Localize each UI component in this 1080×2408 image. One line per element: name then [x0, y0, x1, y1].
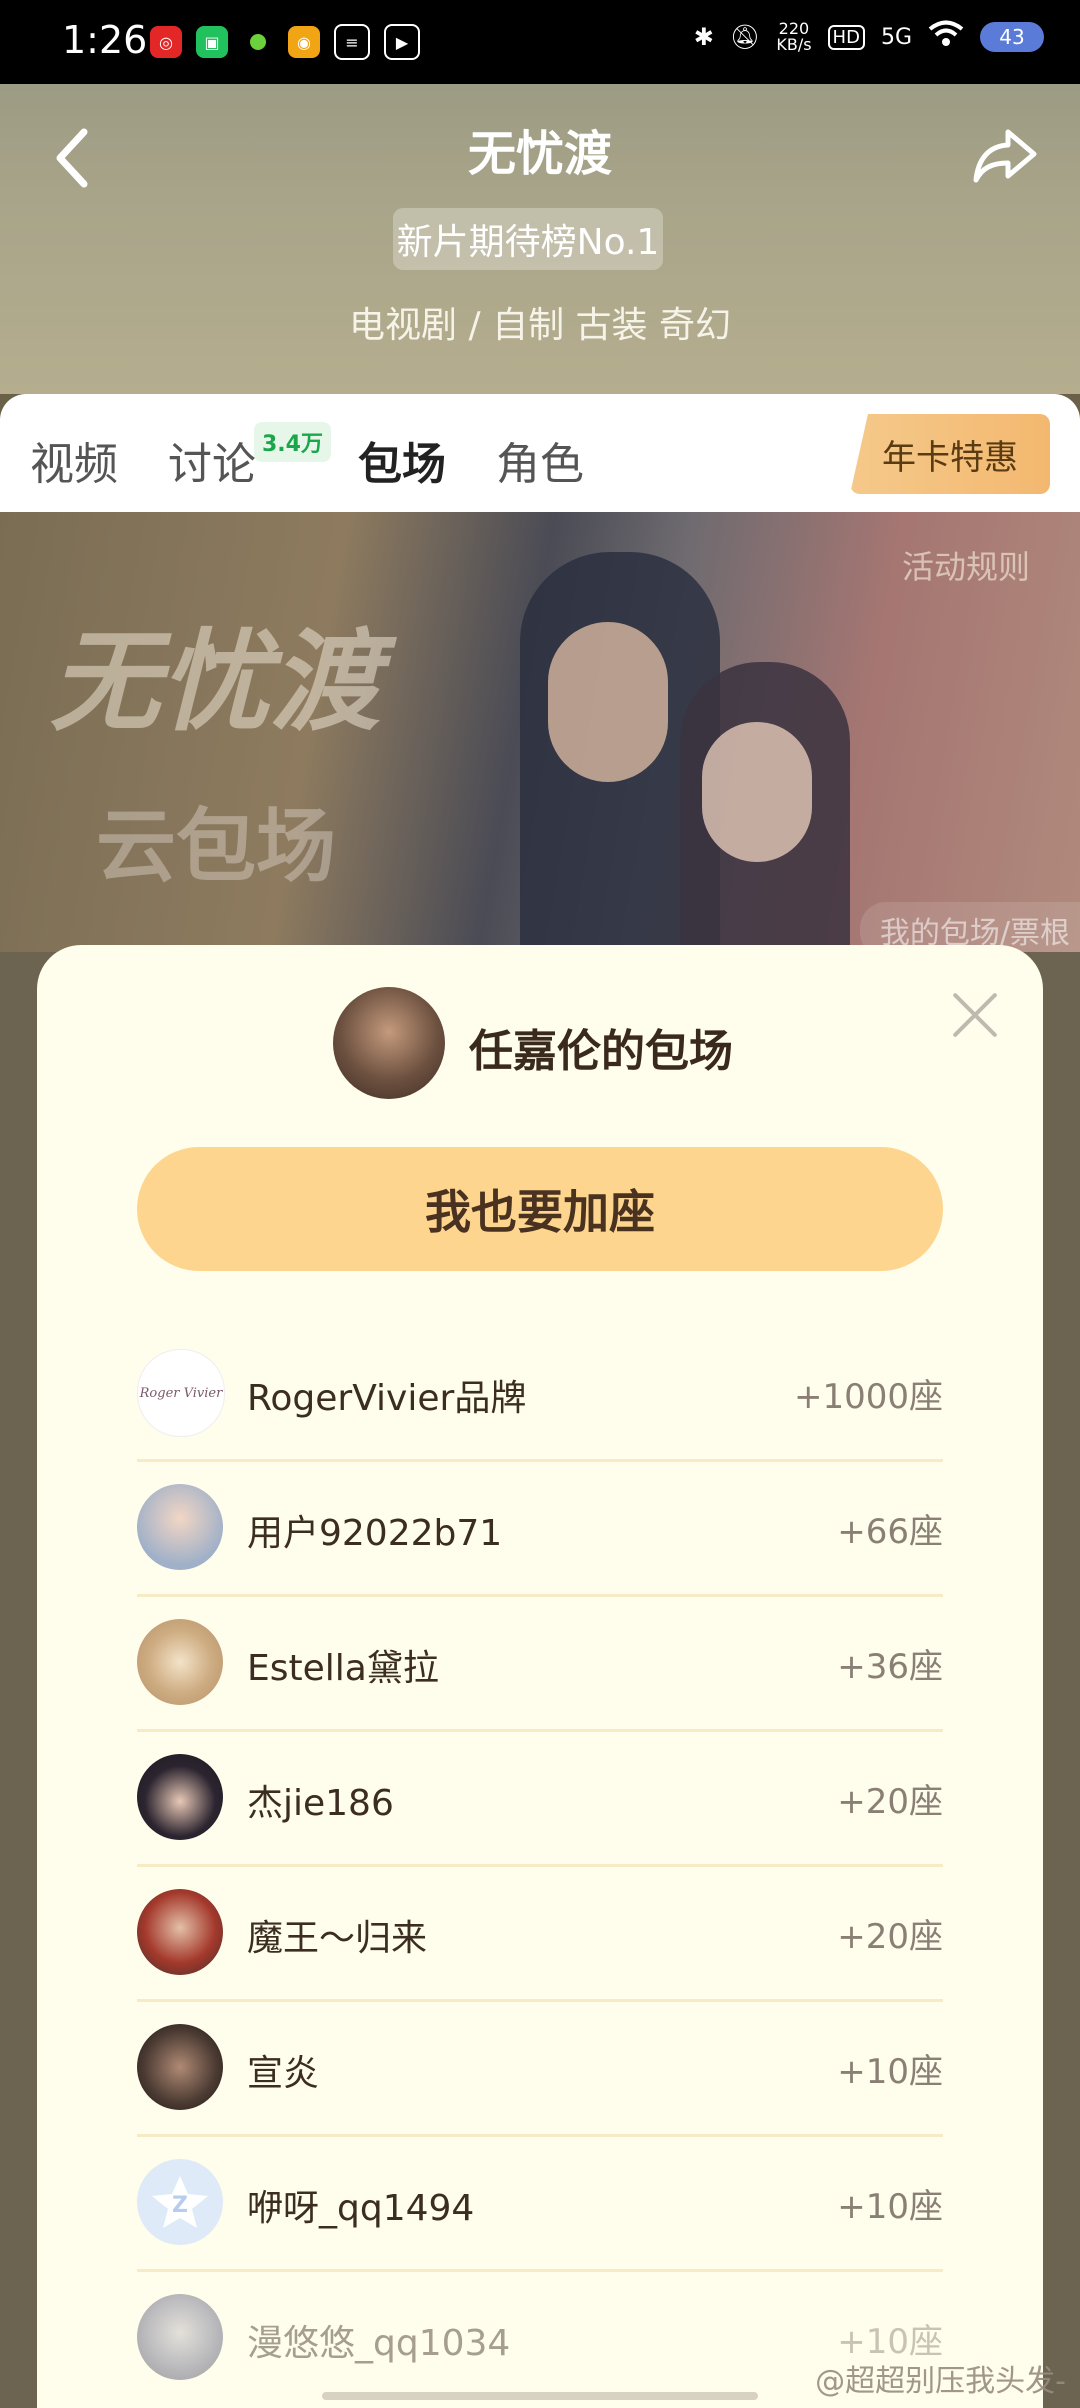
weibo-icon: ◉ — [288, 26, 320, 58]
banner-face-male — [548, 622, 668, 782]
tab-bar: 视频 讨论 3.4万 包场 角色 年卡特惠 — [0, 394, 1080, 512]
avatar — [137, 1754, 223, 1840]
banner-face-female — [702, 722, 812, 862]
status-system-icons: ✱ 🔕︎ 220 KB/s HD 5G 43 — [694, 20, 1044, 54]
list-item-name: Estella黛拉 — [247, 1648, 439, 1689]
avatar — [137, 2294, 223, 2380]
annual-card-promo-button[interactable]: 年卡特惠 — [850, 414, 1050, 494]
tab-screening[interactable]: 包场 — [358, 428, 446, 492]
event-banner: 无忧渡 云包场 活动规则 我的包场/票根 — [0, 512, 1080, 952]
join-seat-button[interactable]: 我也要加座 — [137, 1147, 943, 1271]
wifi-icon — [928, 20, 964, 54]
status-app-icons: ◎ ▣ ◉ ≡ ▶ — [150, 24, 420, 60]
list-item-seats: +36座 — [837, 1647, 943, 1687]
supporter-list: Roger Vivier RogerVivier品牌 +1000座 用户9202… — [137, 1327, 943, 2404]
home-indicator[interactable] — [322, 2392, 758, 2400]
watermark: @超超别压我头发- — [815, 2364, 1066, 2399]
net-speed: 220 KB/s — [776, 21, 811, 53]
bluetooth-icon: ✱ — [693, 23, 714, 51]
genre-tags: 电视剧 / 自制 古装 奇幻 — [349, 305, 731, 346]
list-item-seats: +66座 — [837, 1512, 943, 1552]
status-time: 1:26 — [62, 18, 148, 62]
list-item-name: 漫悠悠_qq1034 — [247, 2323, 511, 2364]
activity-rules-link[interactable]: 活动规则 — [902, 542, 1030, 588]
status-bar: 1:26 ◎ ▣ ◉ ≡ ▶ ✱ 🔕︎ 220 KB/s HD 5G 43 — [0, 0, 1080, 84]
netease-music-icon: ◎ — [150, 26, 182, 58]
mute-icon: 🔕︎ — [729, 23, 761, 51]
list-item-seats: +10座 — [837, 2187, 943, 2227]
list-item-seats: +20座 — [837, 1917, 943, 1957]
page-title: 无忧渡 — [467, 126, 612, 182]
list-item[interactable]: Estella黛拉 +36座 — [137, 1597, 943, 1732]
header: 无忧渡 新片期待榜No.1 电视剧 / 自制 古装 奇幻 — [0, 84, 1080, 394]
list-item[interactable]: 宣炎 +10座 — [137, 2002, 943, 2137]
document-icon: ≡ — [334, 24, 370, 60]
tab-characters[interactable]: 角色 — [496, 428, 584, 492]
iqiyi-icon: ▣ — [196, 26, 228, 58]
banner-logo-subtitle: 云包场 — [96, 800, 336, 893]
list-item-name: 咿呀_qq1494 — [247, 2188, 475, 2229]
avatar: Z — [137, 2159, 223, 2245]
avatar — [137, 1619, 223, 1705]
share-icon — [973, 129, 1037, 183]
list-item[interactable]: Z 咿呀_qq1494 +10座 — [137, 2137, 943, 2272]
signal-icon: 5G — [880, 24, 912, 50]
list-item-seats: +20座 — [837, 1782, 943, 1822]
avatar — [137, 1889, 223, 1975]
list-item-name: RogerVivier品牌 — [247, 1378, 527, 1419]
discussion-count-badge: 3.4万 — [254, 422, 331, 462]
list-item-name: 魔王～归来 — [247, 1918, 428, 1959]
modal-title: 任嘉伦的包场 — [469, 1026, 733, 1077]
net-speed-unit: KB/s — [776, 35, 812, 54]
hd-icon: HD — [827, 24, 865, 50]
list-item[interactable]: 用户92022b71 +66座 — [137, 1462, 943, 1597]
list-item-seats: +1000座 — [793, 1377, 943, 1417]
list-item[interactable]: Roger Vivier RogerVivier品牌 +1000座 — [137, 1327, 943, 1462]
list-item-seats: +10座 — [837, 2052, 943, 2092]
screening-modal: 任嘉伦的包场 我也要加座 Roger Vivier RogerVivier品牌 … — [37, 945, 1043, 2408]
list-item[interactable]: 杰jie186 +20座 — [137, 1732, 943, 1867]
banner-logo-title: 无忧渡 — [50, 617, 380, 746]
tab-video[interactable]: 视频 — [30, 428, 118, 492]
tab-discussion[interactable]: 讨论 — [168, 428, 256, 492]
close-icon[interactable] — [949, 989, 1001, 1041]
rank-badge[interactable]: 新片期待榜No.1 — [393, 208, 663, 270]
list-item-name: 宣炎 — [247, 2053, 320, 2094]
list-item-name: 杰jie186 — [247, 1783, 394, 1824]
play-icon: ▶ — [384, 24, 420, 60]
host-avatar — [333, 987, 445, 1099]
battery-icon: 43 — [980, 22, 1044, 52]
default-avatar-icon: Z — [152, 2176, 208, 2228]
avatar: Roger Vivier — [137, 1349, 225, 1437]
avatar — [137, 1484, 223, 1570]
list-item[interactable]: 魔王～归来 +20座 — [137, 1867, 943, 2002]
avatar — [137, 2024, 223, 2110]
share-button[interactable] — [970, 120, 1040, 190]
svg-text:Z: Z — [172, 2193, 188, 2218]
list-item-name: 用户92022b71 — [247, 1513, 503, 1554]
green-dot-icon — [242, 26, 274, 58]
